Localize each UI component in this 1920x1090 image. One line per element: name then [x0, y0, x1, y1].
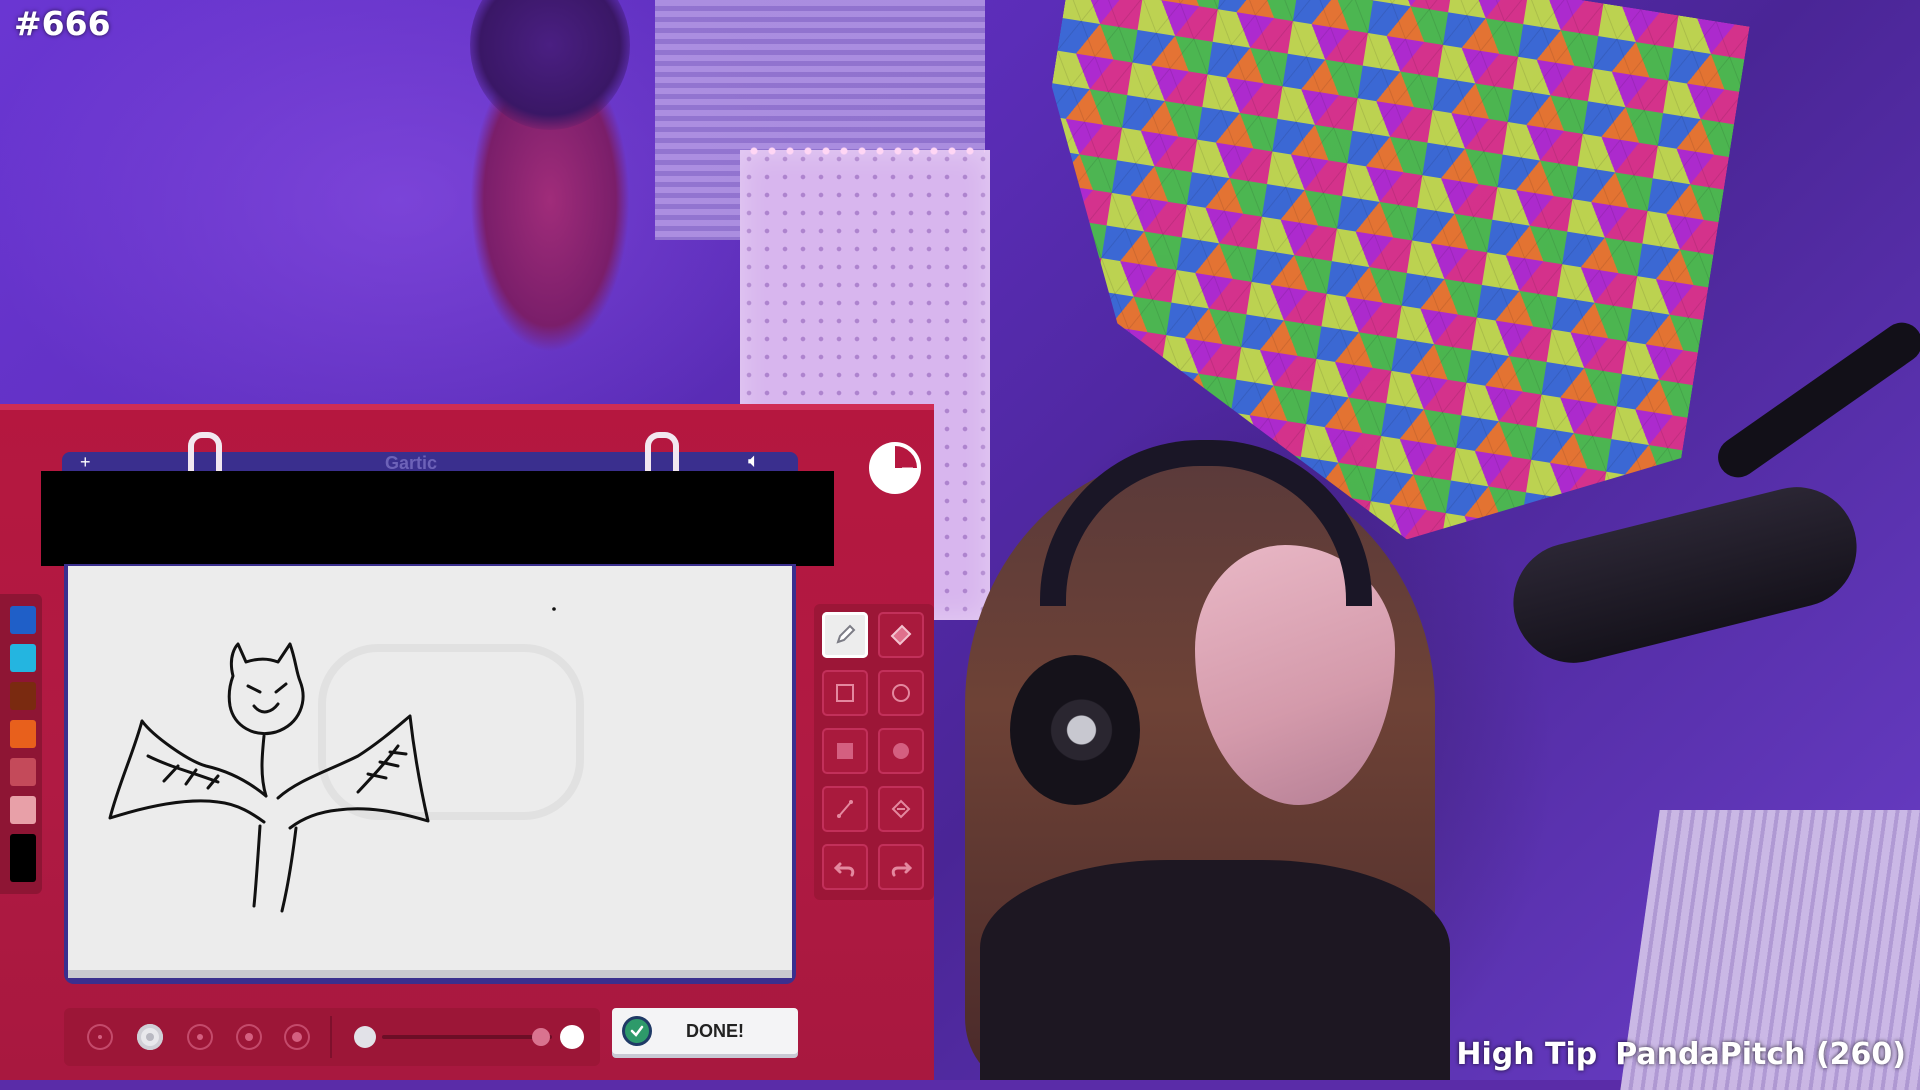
redaction-bar [41, 471, 834, 566]
timer-icon [869, 442, 921, 494]
stream-counter: #666 [14, 4, 111, 43]
undo-icon [833, 862, 855, 877]
color-swatch-cyan[interactable] [10, 644, 36, 672]
done-button[interactable]: DONE! [612, 1008, 798, 1054]
circle-fill-icon [893, 743, 909, 759]
high-tip-overlay: High Tip PandaPitch (260) [1456, 1037, 1906, 1072]
color-palette [2, 606, 38, 892]
mic-arm [1710, 314, 1920, 486]
square-fill-icon [837, 743, 853, 759]
streamer-body [980, 860, 1450, 1080]
color-swatch-pink[interactable] [10, 796, 36, 824]
headphones-cup [1010, 655, 1140, 805]
brush-size-3[interactable] [187, 1024, 213, 1050]
bucket-icon [891, 799, 911, 819]
pencil-tool[interactable] [822, 612, 868, 658]
brush-size-4[interactable] [236, 1024, 262, 1050]
bucket-tool[interactable] [878, 786, 924, 832]
undo-button[interactable] [822, 844, 868, 890]
led-strip [745, 146, 985, 156]
line-icon [837, 800, 853, 818]
brush-size-5[interactable] [284, 1024, 310, 1050]
drawing-game-panel: Gartic + 🔈︎ DONE! [0, 404, 934, 1080]
opacity-min-indicator [354, 1026, 376, 1048]
brush-size-2[interactable] [137, 1024, 163, 1050]
rectangle-fill-tool[interactable] [822, 728, 868, 774]
bat-drawing [108, 607, 556, 913]
canvas-bottom-edge [68, 970, 792, 978]
brush-size-1[interactable] [87, 1024, 113, 1050]
eraser-tool[interactable] [878, 612, 924, 658]
color-swatch-brown[interactable] [10, 682, 36, 710]
bar-divider [330, 1016, 332, 1058]
circle-outline-tool[interactable] [878, 670, 924, 716]
speaker-icon[interactable]: 🔈︎ [748, 450, 760, 473]
opacity-max-indicator [560, 1025, 584, 1049]
tool-panel [814, 604, 934, 900]
circle-outline-icon [892, 684, 910, 702]
square-outline-icon [836, 684, 854, 702]
plus-icon[interactable]: + [80, 452, 91, 473]
color-swatch-black[interactable] [10, 834, 36, 882]
redo-icon [891, 862, 913, 877]
check-icon [622, 1016, 652, 1046]
color-swatch-blue[interactable] [10, 606, 36, 634]
high-tip-value: PandaPitch (260) [1615, 1037, 1906, 1072]
high-tip-label: High Tip [1456, 1037, 1598, 1072]
microphone [1500, 474, 1870, 676]
redo-button[interactable] [878, 844, 924, 890]
line-tool[interactable] [822, 786, 868, 832]
done-label: DONE! [686, 1020, 744, 1041]
color-swatch-orange[interactable] [10, 720, 36, 748]
pencil-icon [836, 624, 856, 644]
rectangle-outline-tool[interactable] [822, 670, 868, 716]
brush-settings-bar [64, 1008, 600, 1066]
eraser-icon [890, 624, 912, 646]
color-swatch-rose[interactable] [10, 758, 36, 786]
opacity-slider-handle[interactable] [532, 1028, 550, 1046]
opacity-slider-track[interactable] [382, 1035, 552, 1039]
circle-fill-tool[interactable] [878, 728, 924, 774]
